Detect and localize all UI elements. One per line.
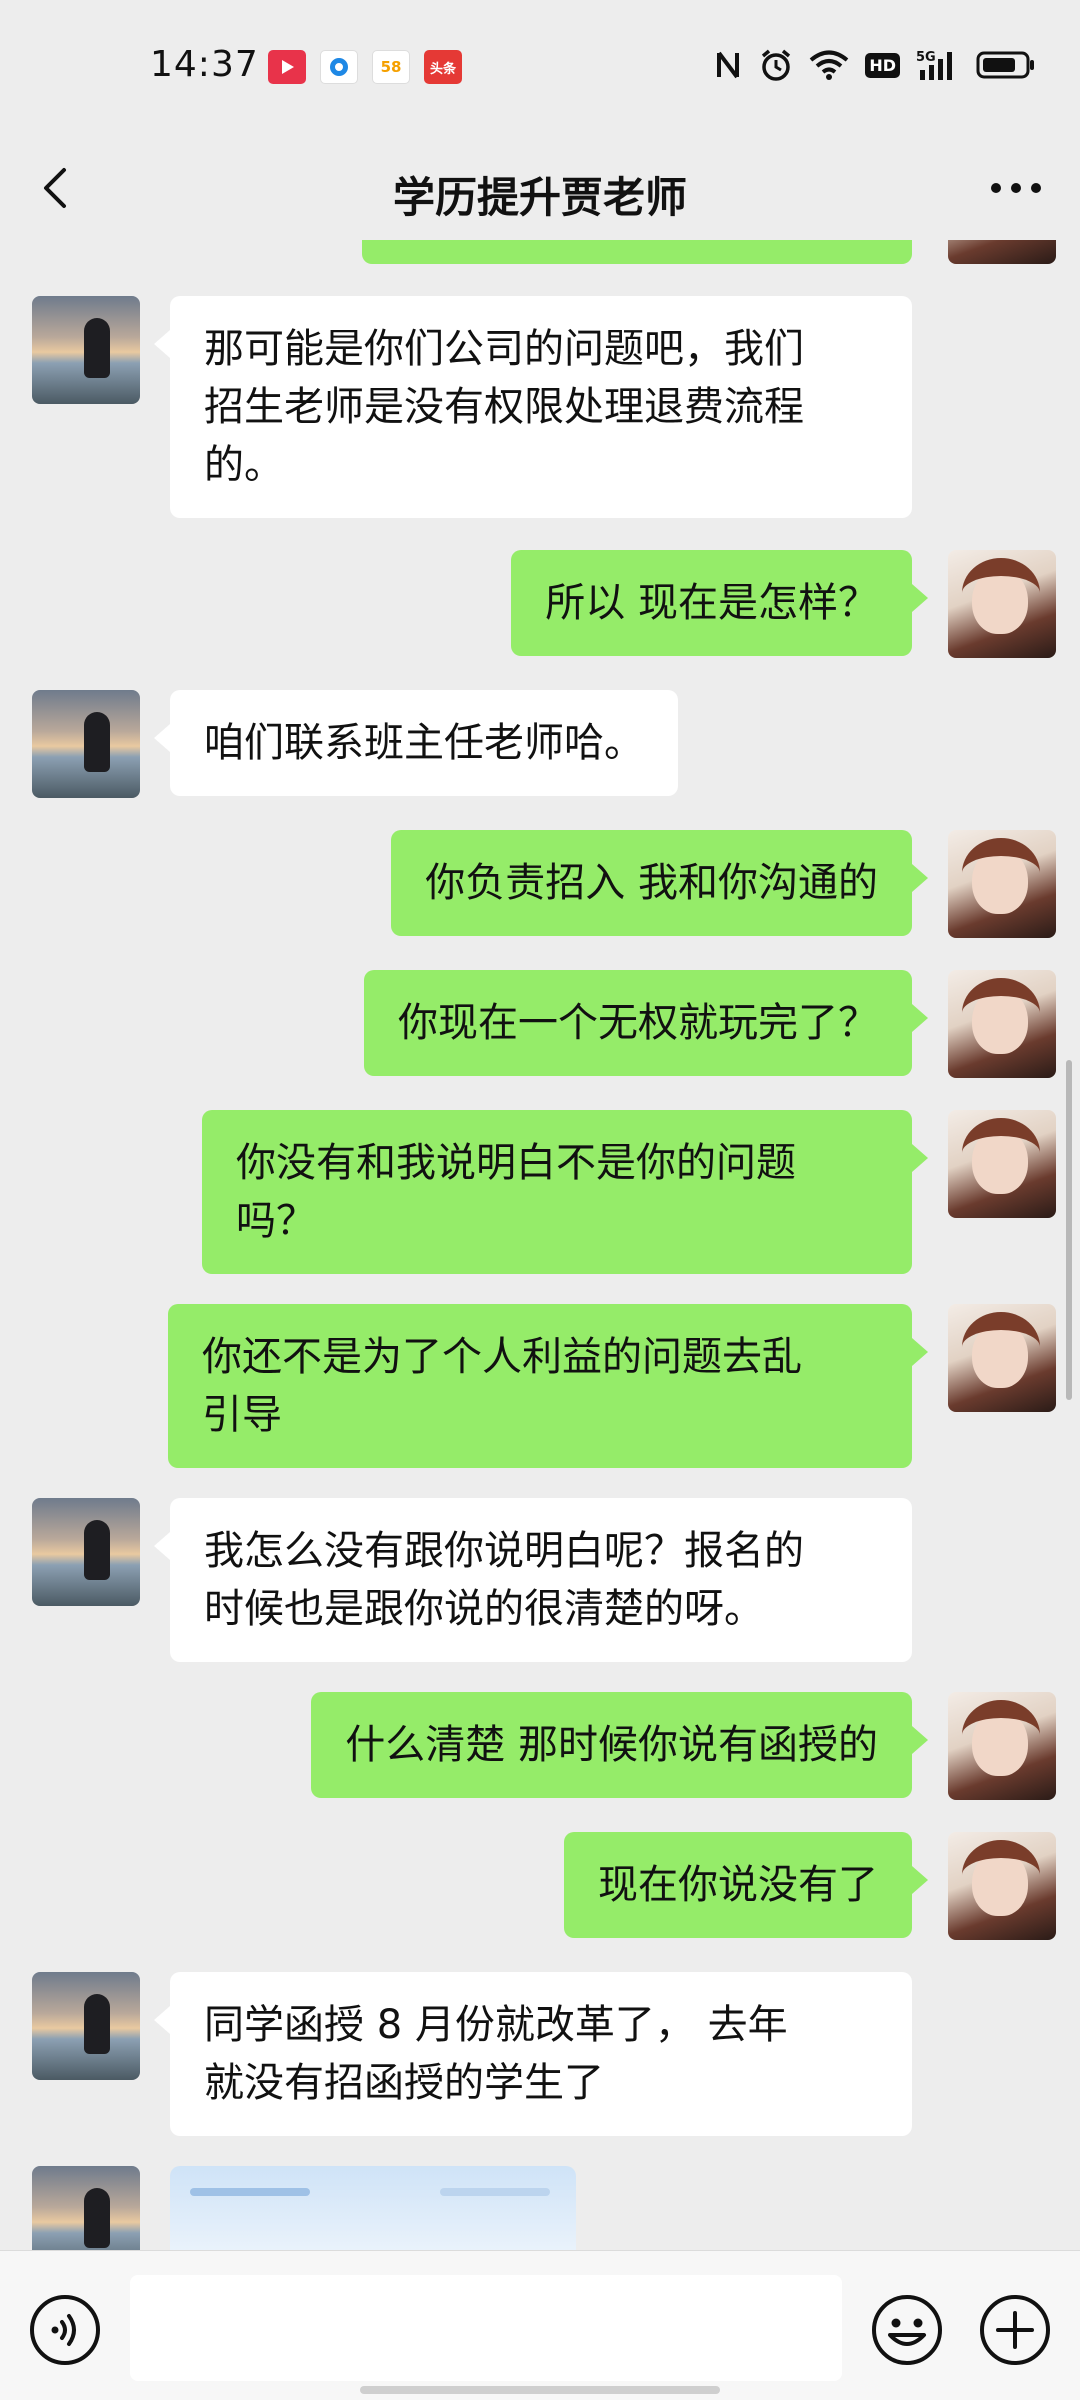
message-line: 现在你说没有了 [598, 1862, 878, 1908]
contact-avatar[interactable] [32, 1972, 140, 2080]
voice-icon[interactable] [28, 2293, 102, 2367]
more-dots-icon[interactable] [988, 170, 1044, 206]
contact-avatar[interactable] [32, 1498, 140, 1606]
notification-icons: 58 头条 [268, 50, 462, 84]
system-icons: HD 5G [715, 48, 1036, 82]
message-bubble-self[interactable]: 你没有和我说明白不是你的问题 吗？ [202, 1110, 928, 1274]
scrollbar[interactable] [1066, 1060, 1072, 1400]
self-avatar[interactable] [948, 550, 1056, 658]
self-avatar[interactable] [948, 1832, 1056, 1940]
message-line: 你还不是为了个人利益的问题去乱 [202, 1334, 802, 1380]
battery-icon [976, 51, 1034, 79]
message-bubble-contact[interactable]: 咱们联系班主任老师哈。 [154, 690, 678, 796]
message-bubble-self[interactable]: 你还不是为了个人利益的问题去乱 引导 [168, 1304, 928, 1468]
image-message[interactable] [170, 2166, 576, 2250]
self-avatar[interactable] [948, 830, 1056, 938]
svg-text:5G: 5G [916, 50, 936, 65]
message-line: 你现在一个无权就玩完了？ [398, 1000, 878, 1046]
status-bar: 14:37 58 头条 HD 5G [0, 0, 1080, 136]
message-line: 我怎么没有跟你说明白呢？报名的 [204, 1528, 804, 1574]
message-line: 吗？ [236, 1198, 316, 1244]
message-line: 同学函授 8 月份就改革了， 去年 [204, 2002, 788, 2048]
emoji-icon[interactable] [870, 2293, 944, 2367]
message-line: 时候也是跟你说的很清楚的呀。 [204, 1586, 764, 1632]
input-bar [0, 2250, 1080, 2400]
contact-avatar[interactable] [32, 2166, 140, 2250]
contact-avatar[interactable] [32, 690, 140, 798]
self-avatar[interactable] [948, 1110, 1056, 1218]
message-line: 你没有和我说明白不是你的问题 [236, 1140, 796, 1186]
chat-title: 学历提升贾老师 [392, 173, 687, 222]
message-line: 所以 现在是怎样？ [545, 580, 878, 626]
message-bubble-self[interactable] [362, 240, 912, 264]
home-indicator[interactable] [360, 2386, 720, 2394]
video-app-icon [268, 50, 306, 84]
message-bubble-contact[interactable]: 我怎么没有跟你说明白呢？报名的 时候也是跟你说的很清楚的呀。 [154, 1498, 912, 1662]
message-list[interactable]: 那可能是你们公司的问题吧，我们 招生老师是没有权限处理退费流程 的。 所以 现在… [0, 240, 1080, 2250]
image-content [190, 2188, 310, 2196]
message-line: 咱们联系班主任老师哈。 [204, 720, 644, 766]
message-line: 的。 [204, 442, 284, 488]
message-bubble-self[interactable]: 现在你说没有了 [564, 1832, 928, 1938]
contact-avatar[interactable] [32, 296, 140, 404]
wifi-icon [810, 50, 849, 80]
app-58-icon: 58 [372, 50, 410, 84]
self-avatar[interactable] [948, 1304, 1056, 1412]
message-input[interactable] [130, 2275, 842, 2381]
image-content [440, 2188, 550, 2196]
alarm-icon [762, 49, 791, 81]
message-bubble-self[interactable]: 你现在一个无权就玩完了？ [364, 970, 928, 1076]
message-line: 你负责招入 我和你沟通的 [425, 860, 878, 906]
self-avatar[interactable] [948, 1692, 1056, 1800]
chat-header: 学历提升贾老师 [0, 136, 1080, 240]
message-line: 就没有招函授的学生了 [204, 2060, 604, 2106]
message-bubble-contact[interactable]: 那可能是你们公司的问题吧，我们 招生老师是没有权限处理退费流程 的。 [154, 296, 912, 518]
message-line: 招生老师是没有权限处理退费流程 [204, 384, 804, 430]
message-bubble-self[interactable]: 你负责招入 我和你沟通的 [391, 830, 928, 936]
message-bubble-self[interactable]: 所以 现在是怎样？ [511, 550, 928, 656]
message-line: 什么清楚 那时候你说有函授的 [345, 1722, 878, 1768]
message-line: 那可能是你们公司的问题吧，我们 [204, 326, 804, 372]
signal-icon: 5G [916, 50, 952, 80]
toutiao-app-icon: 头条 [424, 50, 462, 84]
status-time: 14:37 [150, 44, 259, 85]
plus-icon[interactable] [978, 2293, 1052, 2367]
message-bubble-self[interactable]: 什么清楚 那时候你说有函授的 [311, 1692, 928, 1798]
hd-badge: HD [865, 52, 900, 78]
message-bubble-contact[interactable]: 同学函授 8 月份就改革了， 去年 就没有招函授的学生了 [154, 1972, 912, 2136]
browser-app-icon [320, 50, 358, 84]
message-line: 引导 [202, 1392, 282, 1438]
nfc-icon [717, 51, 740, 79]
self-avatar[interactable] [948, 240, 1056, 264]
self-avatar[interactable] [948, 970, 1056, 1078]
